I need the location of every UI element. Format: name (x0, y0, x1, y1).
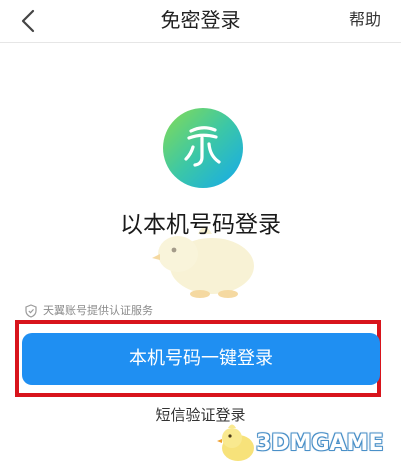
watermark-text: 3DMGAME (256, 431, 384, 456)
tianyi-logo-icon (163, 108, 243, 188)
auth-note-text: 天翼账号提供认证服务 (43, 304, 153, 317)
auth-note: 天翼账号提供认证服务 (24, 303, 153, 319)
one-click-login-button[interactable]: 本机号码一键登录 (22, 333, 380, 385)
login-heading: 以本机号码登录 (120, 212, 281, 238)
page-title: 免密登录 (160, 8, 241, 32)
shield-icon (25, 304, 37, 318)
watermark: 3DMGAME (216, 420, 396, 464)
watermark-mascot-icon (217, 424, 254, 461)
top-bar: 免密登录 帮助 (0, 0, 401, 43)
help-link[interactable]: 帮助 (349, 9, 381, 31)
